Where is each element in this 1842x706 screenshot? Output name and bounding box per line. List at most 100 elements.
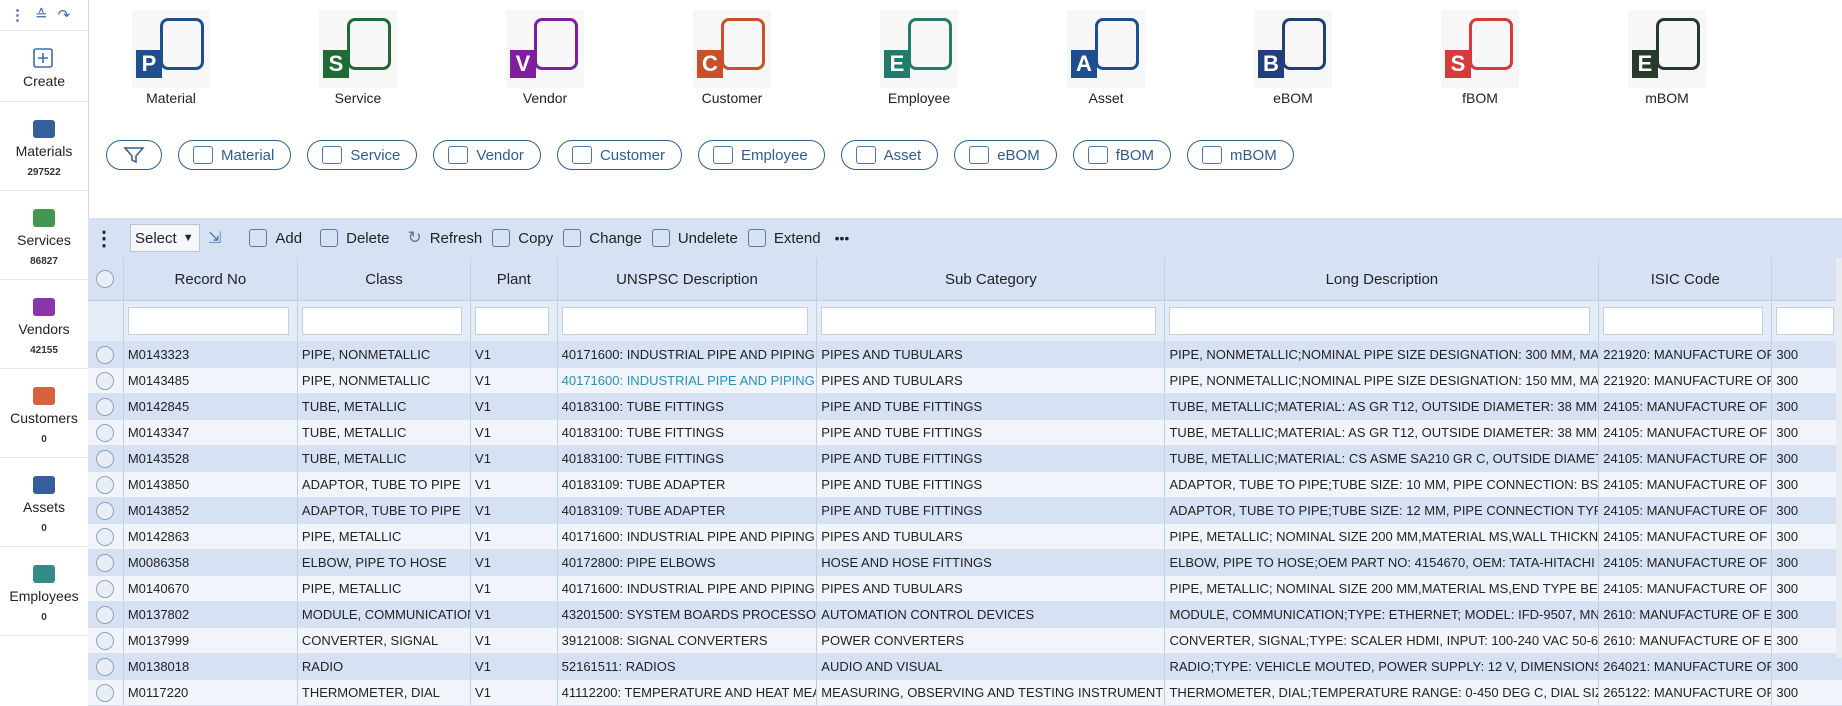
tile-employee[interactable]: E Employee [864, 10, 974, 106]
extend-button[interactable]: Extend [747, 229, 821, 247]
toolbar-menu-icon[interactable]: ⋮ [94, 226, 114, 251]
row-select-cell[interactable] [88, 550, 124, 575]
row-select-radio[interactable] [96, 423, 115, 442]
sidebar-item-employees[interactable]: Employees 0 [0, 547, 88, 636]
row-select-radio[interactable] [96, 553, 115, 572]
tile-asset[interactable]: A Asset [1051, 10, 1161, 106]
row-select-cell[interactable] [88, 472, 124, 497]
filter-pill-vendor[interactable]: Vendor [433, 140, 541, 170]
table-row[interactable]: M0143323 PIPE, NONMETALLIC V1 40171600: IND… [88, 342, 1842, 368]
column-filter-input[interactable] [301, 307, 463, 335]
create-button[interactable]: Create [0, 31, 88, 102]
grid-scrollbar[interactable] [1836, 258, 1842, 658]
row-select-radio[interactable] [96, 579, 115, 598]
select-all-cell[interactable] [88, 258, 124, 300]
sidebar-item-vendors[interactable]: Vendors 42155 [0, 280, 88, 369]
row-select-cell[interactable] [88, 446, 124, 471]
sidebar-item-assets[interactable]: Assets 0 [0, 458, 88, 547]
refresh-button[interactable]: ↻ Refresh [407, 228, 482, 248]
table-row[interactable]: M0117220 THERMOMETER, DIAL V1 41112200: TEM… [88, 680, 1842, 706]
sidebar-item-materials[interactable]: Materials 297522 [0, 102, 88, 191]
column-header[interactable]: Long Description [1165, 258, 1600, 300]
tile-customer[interactable]: C Customer [677, 10, 787, 106]
table-row[interactable]: M0143528 TUBE, METALLIC V1 40183100: TUBE F… [88, 446, 1842, 472]
select-all-radio[interactable] [96, 270, 115, 288]
row-select-cell[interactable] [88, 524, 124, 549]
sidebar-item-services[interactable]: Services 86827 [0, 191, 88, 280]
table-row[interactable]: M0138018 RADIO V1 52161511: RADIOS AUDIO AND… [88, 654, 1842, 680]
row-select-radio[interactable] [96, 449, 115, 468]
copy-button[interactable]: Copy [492, 229, 553, 247]
row-select-radio[interactable] [96, 605, 115, 624]
export-icon[interactable]: ⇲ [208, 228, 221, 248]
add-button[interactable]: Add [249, 229, 302, 247]
row-select-cell[interactable] [88, 602, 124, 627]
row-select-cell[interactable] [88, 680, 124, 705]
select-dropdown[interactable]: Select ▼ [130, 224, 200, 252]
filter-pill-customer[interactable]: Customer [556, 140, 682, 170]
tile-fbom[interactable]: SfBOM [1425, 10, 1535, 106]
column-header[interactable] [1772, 258, 1842, 300]
filter-pill-employee[interactable]: Employee [697, 140, 825, 170]
row-select-radio[interactable] [96, 397, 115, 416]
tile-vendor[interactable]: V Vendor [490, 10, 600, 106]
row-select-cell[interactable] [88, 498, 124, 523]
column-filter-input[interactable] [1169, 307, 1591, 335]
table-row[interactable]: M0142845 TUBE, METALLIC V1 40183100: TUBE F… [88, 394, 1842, 420]
filter-pill-mbom[interactable]: mBOM [1187, 140, 1294, 170]
row-select-cell[interactable] [88, 576, 124, 601]
column-filter-input[interactable] [1603, 307, 1764, 335]
table-row[interactable]: M0143850 ADAPTOR, TUBE TO PIPE V1 40183109:… [88, 472, 1842, 498]
table-row[interactable]: M0143485 PIPE, NONMETALLIC V1 40171600: IND… [88, 368, 1842, 394]
table-row[interactable]: M0143852 ADAPTOR, TUBE TO PIPE V1 40183109:… [88, 498, 1842, 524]
column-filter-input[interactable] [475, 307, 549, 335]
filter-pill-service[interactable]: Service [307, 140, 418, 170]
row-select-cell[interactable] [88, 342, 124, 367]
sidebar-item-customers[interactable]: Customers 0 [0, 369, 88, 458]
column-filter-input[interactable] [561, 307, 809, 335]
table-row[interactable]: M0086358 ELBOW, PIPE TO HOSE V1 40172800: P… [88, 550, 1842, 576]
vertical-dots-icon[interactable]: ⋮ [10, 6, 25, 24]
row-select-radio[interactable] [96, 657, 115, 676]
table-row[interactable]: M0142863 PIPE, METALLIC V1 40171600: INDUST… [88, 524, 1842, 550]
column-filter-input[interactable] [821, 307, 1157, 335]
undelete-button[interactable]: Undelete [651, 229, 738, 247]
filter-pill-material[interactable]: Material [178, 140, 292, 170]
row-select-cell[interactable] [88, 394, 124, 419]
column-header[interactable]: ISIC Code [1599, 258, 1773, 300]
table-row[interactable]: M0143347 TUBE, METALLIC V1 40183100: TUBE F… [88, 420, 1842, 446]
column-header[interactable]: Class [298, 258, 472, 300]
row-select-radio[interactable] [96, 371, 115, 390]
tile-material[interactable]: P Material [116, 10, 226, 106]
row-select-cell[interactable] [88, 628, 124, 653]
row-select-cell[interactable] [88, 368, 124, 393]
row-select-radio[interactable] [96, 631, 115, 650]
tile-mbom[interactable]: EmBOM [1612, 10, 1722, 106]
filter-pill-asset[interactable]: Asset [840, 140, 939, 170]
tile-ebom[interactable]: BeBOM [1238, 10, 1348, 106]
table-row[interactable]: M0140670 PIPE, METALLIC V1 40171600: INDUST… [88, 576, 1842, 602]
more-actions-icon[interactable]: ••• [835, 230, 850, 246]
column-header[interactable]: Sub Category [817, 258, 1166, 300]
filter-pill-fbom[interactable]: fBOM [1072, 140, 1172, 170]
delete-button[interactable]: Delete [320, 229, 389, 247]
filter-pill-ebom[interactable]: eBOM [954, 140, 1057, 170]
row-select-cell[interactable] [88, 654, 124, 679]
row-select-cell[interactable] [88, 420, 124, 445]
row-select-radio[interactable] [96, 683, 115, 702]
filter-pill[interactable] [106, 140, 162, 170]
column-header[interactable]: Plant [471, 258, 558, 300]
column-header[interactable]: UNSPSC Description [558, 258, 818, 300]
row-select-radio[interactable] [96, 345, 115, 364]
column-header[interactable]: Record No [124, 258, 298, 300]
row-select-radio[interactable] [96, 501, 115, 520]
tile-service[interactable]: S Service [303, 10, 413, 106]
column-filter-input[interactable] [127, 307, 289, 335]
row-select-radio[interactable] [96, 527, 115, 546]
collapse-icon[interactable]: ≙ [35, 6, 48, 24]
change-button[interactable]: Change [563, 229, 642, 247]
table-row[interactable]: M0137999 CONVERTER, SIGNAL V1 39121008: SIG… [88, 628, 1842, 654]
column-filter-input[interactable] [1776, 307, 1835, 335]
table-row[interactable]: M0137802 MODULE, COMMUNICATION V1 43201500:… [88, 602, 1842, 628]
redo-arrow-icon[interactable]: ↷ [58, 6, 71, 24]
